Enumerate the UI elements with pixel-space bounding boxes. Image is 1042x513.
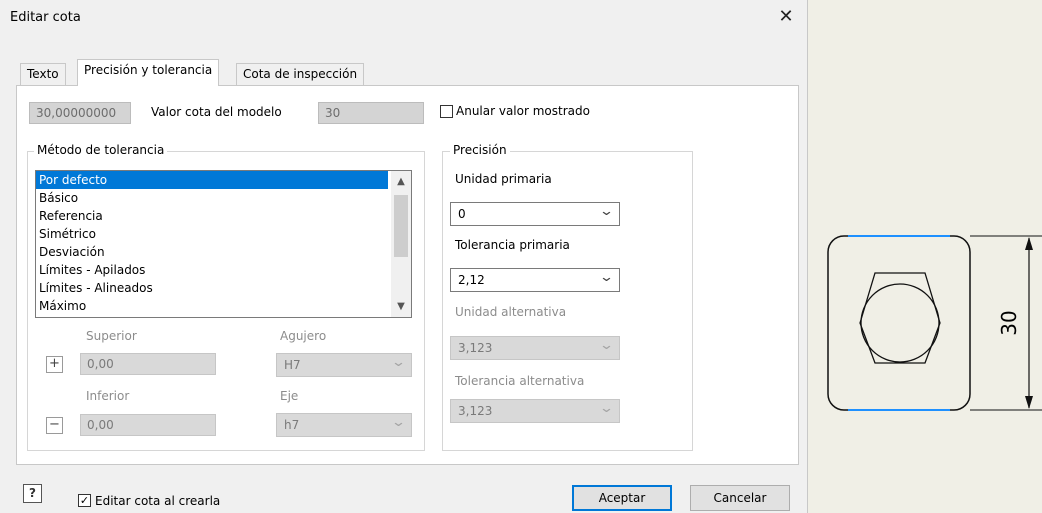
list-item[interactable]: Límites - Alineados <box>36 279 388 297</box>
tab-cota-inspeccion[interactable]: Cota de inspección <box>236 63 365 86</box>
ok-button[interactable]: Aceptar <box>572 485 672 511</box>
primary-tolerance-select[interactable]: 2,12 ⌄ <box>450 268 620 292</box>
lower-deviation-field[interactable]: 0,00 <box>80 414 216 436</box>
chevron-down-icon: ⌄ <box>390 415 407 430</box>
primary-unit-label: Unidad primaria <box>455 172 552 186</box>
chevron-down-icon: ⌄ <box>598 204 615 219</box>
primary-unit-value: 0 <box>458 207 466 221</box>
override-value-checkbox[interactable] <box>440 105 453 118</box>
alt-tolerance-select[interactable]: 3,123 ⌄ <box>450 399 620 423</box>
list-item[interactable]: Por defecto <box>36 171 388 189</box>
override-value-label[interactable]: Anular valor mostrado <box>456 104 590 118</box>
hole-label: Agujero <box>280 329 327 343</box>
tab-precision-tolerancia[interactable]: Precisión y tolerancia <box>77 59 220 86</box>
upper-label: Superior <box>86 329 137 343</box>
dimension-text[interactable]: 30 <box>997 310 1021 335</box>
list-item[interactable]: Básico <box>36 189 388 207</box>
bolt-drawing: 30 <box>827 235 1042 411</box>
tab-label: Precisión y tolerancia <box>84 63 213 77</box>
shaft-select[interactable]: h7 ⌄ <box>276 413 412 437</box>
plus-icon[interactable]: + <box>46 356 63 373</box>
list-item[interactable]: Referencia <box>36 207 388 225</box>
shaft-label: Eje <box>280 389 299 403</box>
alt-tolerance-value: 3,123 <box>458 404 493 418</box>
help-icon[interactable]: ? <box>23 484 42 503</box>
tolerance-method-list[interactable]: Por defecto Básico Referencia Simétrico … <box>35 170 412 318</box>
upper-deviation-field[interactable]: 0,00 <box>80 353 216 375</box>
precision-legend: Precisión <box>450 143 510 157</box>
list-item[interactable]: Máximo <box>36 297 388 315</box>
chevron-down-icon: ⌄ <box>598 401 615 416</box>
chevron-up-icon[interactable]: ▲ <box>391 173 411 190</box>
edit-dimension-dialog: Editar cota ✕ Texto Precisión y toleranc… <box>0 0 808 513</box>
tab-texto[interactable]: Texto <box>20 63 66 86</box>
arrow-bottom <box>1025 396 1033 409</box>
alt-unit-label: Unidad alternativa <box>455 305 567 319</box>
alt-tolerance-label: Tolerancia alternativa <box>455 374 585 388</box>
tab-label: Cota de inspección <box>243 67 358 81</box>
circle-shape <box>860 283 940 363</box>
tolerance-method-legend: Método de tolerancia <box>34 143 168 157</box>
alt-unit-select[interactable]: 3,123 ⌄ <box>450 336 620 360</box>
primary-tolerance-value: 2,12 <box>458 273 485 287</box>
model-value-field: 30 <box>318 102 424 124</box>
chevron-down-icon: ⌄ <box>598 270 615 285</box>
model-value-label: Valor cota del modelo <box>151 105 282 119</box>
list-item[interactable]: Desviación <box>36 243 388 261</box>
primary-tolerance-label: Tolerancia primaria <box>455 238 570 252</box>
lower-label: Inferior <box>86 389 130 403</box>
edit-on-create-checkbox[interactable]: ✓ <box>78 494 91 507</box>
shaft-select-value: h7 <box>284 418 300 432</box>
chevron-down-icon: ⌄ <box>390 355 407 370</box>
list-item[interactable]: Límites - Apilados <box>36 261 388 279</box>
close-icon[interactable]: ✕ <box>773 6 799 27</box>
arrow-top <box>1025 237 1033 250</box>
hole-select[interactable]: H7 ⌄ <box>276 353 412 377</box>
list-item[interactable]: Simétrico <box>36 225 388 243</box>
part-outline <box>827 235 971 411</box>
minus-icon[interactable]: − <box>46 417 63 434</box>
chevron-down-icon[interactable]: ▼ <box>391 298 411 315</box>
chevron-down-icon: ⌄ <box>598 338 615 353</box>
hole-select-value: H7 <box>284 358 301 372</box>
list-scrollbar[interactable]: ▲ ▼ <box>391 171 411 317</box>
exact-value-field: 30,00000000 <box>29 102 131 124</box>
dialog-title: Editar cota <box>10 10 81 25</box>
edit-on-create-label[interactable]: Editar cota al crearla <box>95 494 220 508</box>
drawing-view[interactable]: 30 <box>818 228 1042 421</box>
alt-unit-value: 3,123 <box>458 341 493 355</box>
tab-label: Texto <box>27 67 59 81</box>
scrollbar-thumb[interactable] <box>394 195 408 257</box>
primary-unit-select[interactable]: 0 ⌄ <box>450 202 620 226</box>
cancel-button[interactable]: Cancelar <box>690 485 790 511</box>
